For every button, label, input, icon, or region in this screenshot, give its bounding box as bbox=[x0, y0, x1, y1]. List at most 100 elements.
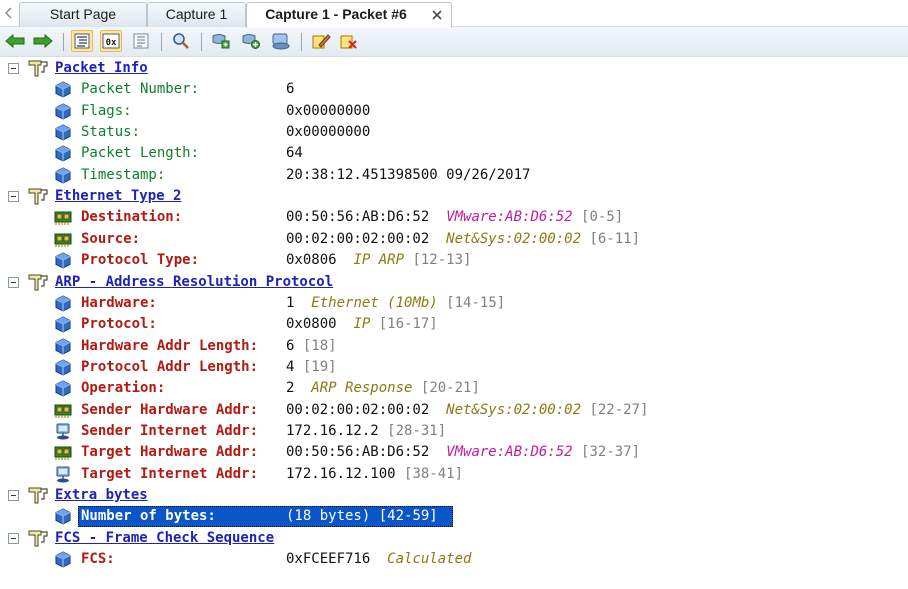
field-number-of-bytes[interactable]: Number of bytes: (18 bytes) [42-59] bbox=[0, 506, 908, 528]
field-label: Target Hardware Addr: bbox=[81, 444, 259, 461]
value-description: VMware:AB:D6:52 bbox=[446, 444, 573, 461]
tab-capture-1-packet-6[interactable]: Capture 1 - Packet #6 bbox=[246, 2, 452, 28]
field-value: 0x0800 IP [16-17] bbox=[286, 314, 438, 335]
field-value: 0x00000000 bbox=[286, 122, 370, 143]
byte-range: [16-17] bbox=[378, 316, 438, 333]
host-icon bbox=[54, 423, 72, 440]
nic-icon bbox=[54, 402, 72, 419]
field-label: Packet Number: bbox=[81, 81, 200, 98]
byte-range: [20-21] bbox=[420, 380, 480, 397]
value-spacer bbox=[379, 423, 387, 439]
edit-note-button[interactable] bbox=[310, 30, 332, 52]
section-title[interactable]: Extra bytes bbox=[55, 485, 148, 506]
value-text: 0x00000000 bbox=[286, 124, 371, 141]
section-title[interactable]: Packet Info bbox=[55, 58, 148, 79]
find-button[interactable] bbox=[170, 30, 192, 52]
field-label: FCS: bbox=[81, 551, 115, 568]
value-spacer bbox=[429, 231, 446, 247]
back-button[interactable] bbox=[4, 30, 26, 52]
forward-arrow-icon bbox=[33, 33, 53, 49]
toolbar-separator bbox=[301, 33, 302, 51]
byte-range: [14-15] bbox=[446, 294, 506, 311]
field-label: Sender Hardware Addr: bbox=[81, 401, 259, 418]
forward-button[interactable] bbox=[32, 30, 54, 52]
section-extra-bytes[interactable]: Extra bytes bbox=[0, 485, 908, 506]
field-sender-hardware-addr[interactable]: Sender Hardware Addr: 00:02:00:02:00:02 N… bbox=[0, 400, 908, 421]
section-title[interactable]: Ethernet Type 2 bbox=[55, 186, 181, 207]
byte-range: [6-11] bbox=[589, 230, 641, 247]
cube-icon bbox=[54, 380, 72, 397]
byte-range: [22-27] bbox=[589, 401, 649, 418]
field-value: 2 ARP Response [20-21] bbox=[286, 378, 480, 399]
section-title[interactable]: ARP - Address Resolution Protocol bbox=[55, 272, 333, 293]
field-packet-number[interactable]: Packet Number: 6 bbox=[0, 79, 908, 100]
field-timestamp[interactable]: Timestamp: 20:38:12.451398500 09/26/2017 bbox=[0, 165, 908, 186]
field-value: 00:50:56:AB:D6:52 VMware:AB:D6:52 [32-37… bbox=[286, 442, 640, 463]
value-description: Net&Sys:02:00:02 bbox=[446, 230, 582, 247]
collapse-toggle-icon[interactable] bbox=[8, 63, 19, 74]
field-value: 1 Ethernet (10Mb) [14-15] bbox=[286, 293, 505, 314]
toolbar: 0x bbox=[0, 27, 908, 57]
collapse-toggle-icon[interactable] bbox=[8, 191, 19, 203]
insert-filter-button[interactable] bbox=[240, 30, 262, 52]
cube-icon bbox=[54, 167, 72, 184]
find-icon bbox=[173, 33, 189, 49]
collapse-toggle-icon[interactable] bbox=[8, 276, 19, 288]
field-protocol-type[interactable]: Protocol Type: 0x0806 IP ARP [12-13] bbox=[0, 250, 908, 271]
network-button[interactable] bbox=[270, 30, 292, 52]
field-packet-length[interactable]: Packet Length: 64 bbox=[0, 143, 908, 164]
cube-icon bbox=[54, 295, 72, 312]
cube-icon bbox=[54, 103, 72, 120]
section-title[interactable]: FCS - Frame Check Sequence bbox=[55, 528, 274, 549]
field-fcs[interactable]: FCS: 0xFCEEF716 Calculated bbox=[0, 549, 908, 570]
field-destination[interactable]: Destination: 00:50:56:AB:D6:52 VMware:AB:… bbox=[0, 207, 908, 228]
back-arrow-icon bbox=[5, 33, 25, 49]
field-target-hardware-addr[interactable]: Target Hardware Addr: 00:50:56:AB:D6:52 V… bbox=[0, 442, 908, 463]
value-spacer bbox=[429, 402, 446, 418]
field-sender-internet-addr[interactable]: Sender Internet Addr: 172.16.12.2 [28-31] bbox=[0, 421, 908, 442]
svg-text:0x: 0x bbox=[106, 38, 117, 48]
value-text: 0x0806 bbox=[286, 252, 337, 269]
tab-capture-1[interactable]: Capture 1 bbox=[147, 2, 246, 27]
value-spacer bbox=[294, 359, 302, 375]
field-value: 6 [18] bbox=[286, 336, 337, 357]
section-arp-address-resolution-protocol[interactable]: ARP - Address Resolution Protocol bbox=[0, 272, 908, 293]
value-spacer bbox=[370, 316, 378, 332]
protocol-section-icon bbox=[27, 187, 49, 206]
collapse-toggle-icon[interactable] bbox=[8, 532, 19, 544]
decode-view-button[interactable] bbox=[71, 30, 93, 52]
field-source[interactable]: Source: 00:02:00:02:00:02 Net&Sys:02:00:0… bbox=[0, 229, 908, 250]
field-label: Hardware: bbox=[81, 294, 157, 311]
field-operation[interactable]: Operation: 2 ARP Response [20-21] bbox=[0, 378, 908, 399]
cube-icon bbox=[54, 316, 72, 333]
field-protocol-addr-length[interactable]: Protocol Addr Length: 4 [19] bbox=[0, 357, 908, 378]
insert-filter-icon bbox=[242, 34, 260, 49]
close-tab-icon[interactable] bbox=[431, 9, 443, 21]
field-hardware-addr-length[interactable]: Hardware Addr Length: 6 [18] bbox=[0, 336, 908, 357]
add-filter-button[interactable] bbox=[210, 30, 232, 52]
text-view-button[interactable] bbox=[130, 30, 152, 52]
field-flags[interactable]: Flags: 0x00000000 bbox=[0, 101, 908, 122]
tab-start-page[interactable]: Start Page bbox=[19, 2, 147, 27]
cube-icon bbox=[54, 124, 72, 141]
value-spacer bbox=[370, 508, 378, 524]
value-description: Ethernet (10Mb) bbox=[311, 294, 438, 311]
section-fcs-frame-check-sequence[interactable]: FCS - Frame Check Sequence bbox=[0, 528, 908, 549]
section-packet-info[interactable]: Packet Info bbox=[0, 58, 908, 79]
field-label: Protocol Addr Length: bbox=[81, 358, 259, 375]
hex-view-button[interactable]: 0x bbox=[100, 30, 122, 52]
value-text: 172.16.12.100 bbox=[286, 465, 396, 482]
collapse-toggle-icon[interactable] bbox=[8, 490, 19, 501]
value-spacer bbox=[396, 466, 404, 482]
field-target-internet-addr[interactable]: Target Internet Addr: 172.16.12.100 [38-4… bbox=[0, 464, 908, 485]
protocol-section-icon bbox=[27, 486, 49, 505]
tab-scroll-left-icon[interactable] bbox=[4, 7, 14, 19]
field-protocol[interactable]: Protocol: 0x0800 IP [16-17] bbox=[0, 314, 908, 335]
clear-note-button[interactable] bbox=[338, 30, 360, 52]
section-ethernet-type-2[interactable]: Ethernet Type 2 bbox=[0, 186, 908, 207]
field-status[interactable]: Status: 0x00000000 bbox=[0, 122, 908, 143]
field-label: Timestamp: bbox=[81, 166, 166, 183]
cube-icon bbox=[54, 252, 72, 269]
field-hardware[interactable]: Hardware: 1 Ethernet (10Mb) [14-15] bbox=[0, 293, 908, 314]
field-label: Target Internet Addr: bbox=[81, 465, 259, 482]
